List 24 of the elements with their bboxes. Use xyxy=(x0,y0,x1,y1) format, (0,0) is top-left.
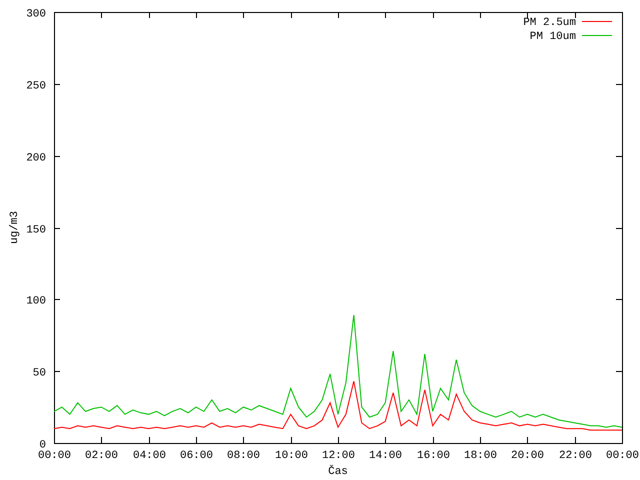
y-tick-label: 100 xyxy=(26,296,46,308)
x-tick-label: 16:00 xyxy=(417,450,450,462)
x-tick-label: 22:00 xyxy=(559,450,592,462)
legend-label: PM 10um xyxy=(530,31,576,43)
y-tick-label: 0 xyxy=(39,440,46,452)
x-tick-label: 10:00 xyxy=(275,450,308,462)
y-tick-label: 300 xyxy=(26,8,46,20)
y-tick-label: 150 xyxy=(26,224,46,236)
y-tick-label: 50 xyxy=(32,368,46,380)
x-tick-label: 00:00 xyxy=(38,450,71,462)
x-tick-label: 12:00 xyxy=(322,450,355,462)
x-tick-label: 18:00 xyxy=(464,450,497,462)
legend-label: PM 2.5um xyxy=(523,17,576,29)
x-tick-label: 14:00 xyxy=(369,450,402,462)
x-axis-title: Čas xyxy=(328,466,348,478)
y-axis-title: ug/m3 xyxy=(9,211,21,244)
x-tick-label: 08:00 xyxy=(227,450,260,462)
y-tick-label: 200 xyxy=(26,152,46,164)
y-tick-label: 250 xyxy=(26,80,46,92)
x-tick-label: 04:00 xyxy=(133,450,166,462)
x-tick-label: 20:00 xyxy=(511,450,544,462)
x-tick-label: 02:00 xyxy=(85,450,118,462)
x-tick-label: 00:00 xyxy=(606,450,639,462)
x-tick-label: 06:00 xyxy=(180,450,213,462)
